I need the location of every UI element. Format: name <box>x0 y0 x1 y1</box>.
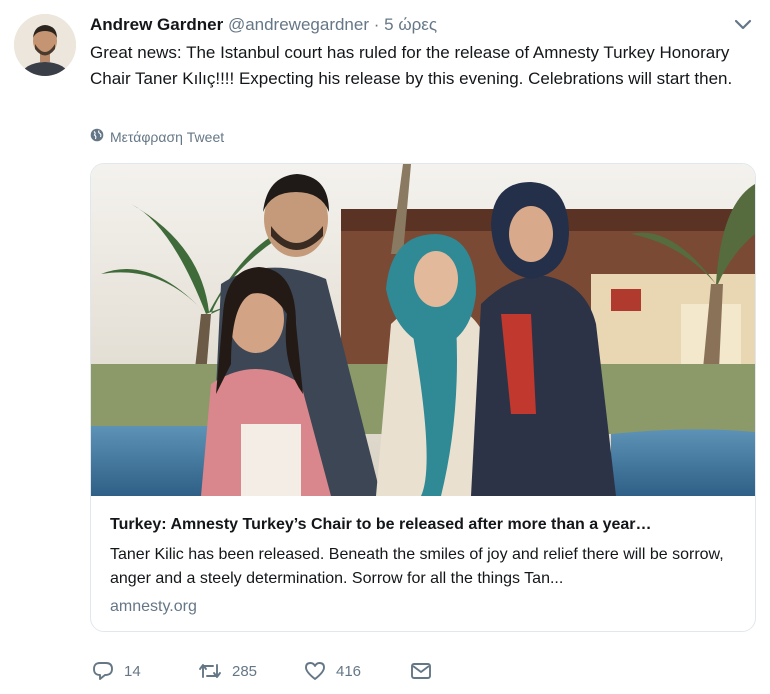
reply-icon <box>92 661 114 681</box>
author-name[interactable]: Andrew Gardner <box>90 15 223 34</box>
avatar[interactable] <box>14 14 76 76</box>
like-count: 416 <box>336 662 362 680</box>
card-photo[interactable] <box>91 164 755 496</box>
link-preview-card[interactable]: Turkey: Amnesty Turkey’s Chair to be rel… <box>90 163 756 632</box>
card-domain: amnesty.org <box>110 598 197 615</box>
card-description: Taner Kilic has been released. Beneath t… <box>110 546 724 587</box>
chevron-down-icon[interactable] <box>732 16 754 34</box>
card-title[interactable]: Turkey: Amnesty Turkey’s Chair to be rel… <box>110 514 740 536</box>
translate-tweet-link[interactable]: Μετάφραση Tweet <box>90 128 224 145</box>
retweet-button[interactable]: 285 <box>198 661 304 681</box>
author-handle[interactable]: @andrewegardner <box>228 15 369 34</box>
tweet-actions: 14 285 416 <box>92 658 432 684</box>
like-icon <box>304 661 326 681</box>
translate-label: Μετάφραση Tweet <box>110 128 225 145</box>
globe-icon <box>90 128 104 145</box>
retweet-icon <box>198 661 222 681</box>
separator-dot: · <box>373 15 380 34</box>
like-button[interactable]: 416 <box>304 661 410 681</box>
retweet-count: 285 <box>232 662 258 680</box>
message-icon <box>410 661 432 681</box>
tweet-header: Andrew Gardner @andrewegardner · 5 ώρες <box>90 14 437 36</box>
avatar-image <box>14 14 76 76</box>
direct-message-button[interactable] <box>410 661 432 681</box>
reply-count: 14 <box>124 662 141 680</box>
card-body[interactable]: Turkey: Amnesty Turkey’s Chair to be rel… <box>110 514 740 618</box>
tweet-text: Great news: The Istanbul court has ruled… <box>90 43 733 88</box>
reply-button[interactable]: 14 <box>92 661 198 681</box>
tweet-timestamp[interactable]: 5 ώρες <box>384 15 437 34</box>
